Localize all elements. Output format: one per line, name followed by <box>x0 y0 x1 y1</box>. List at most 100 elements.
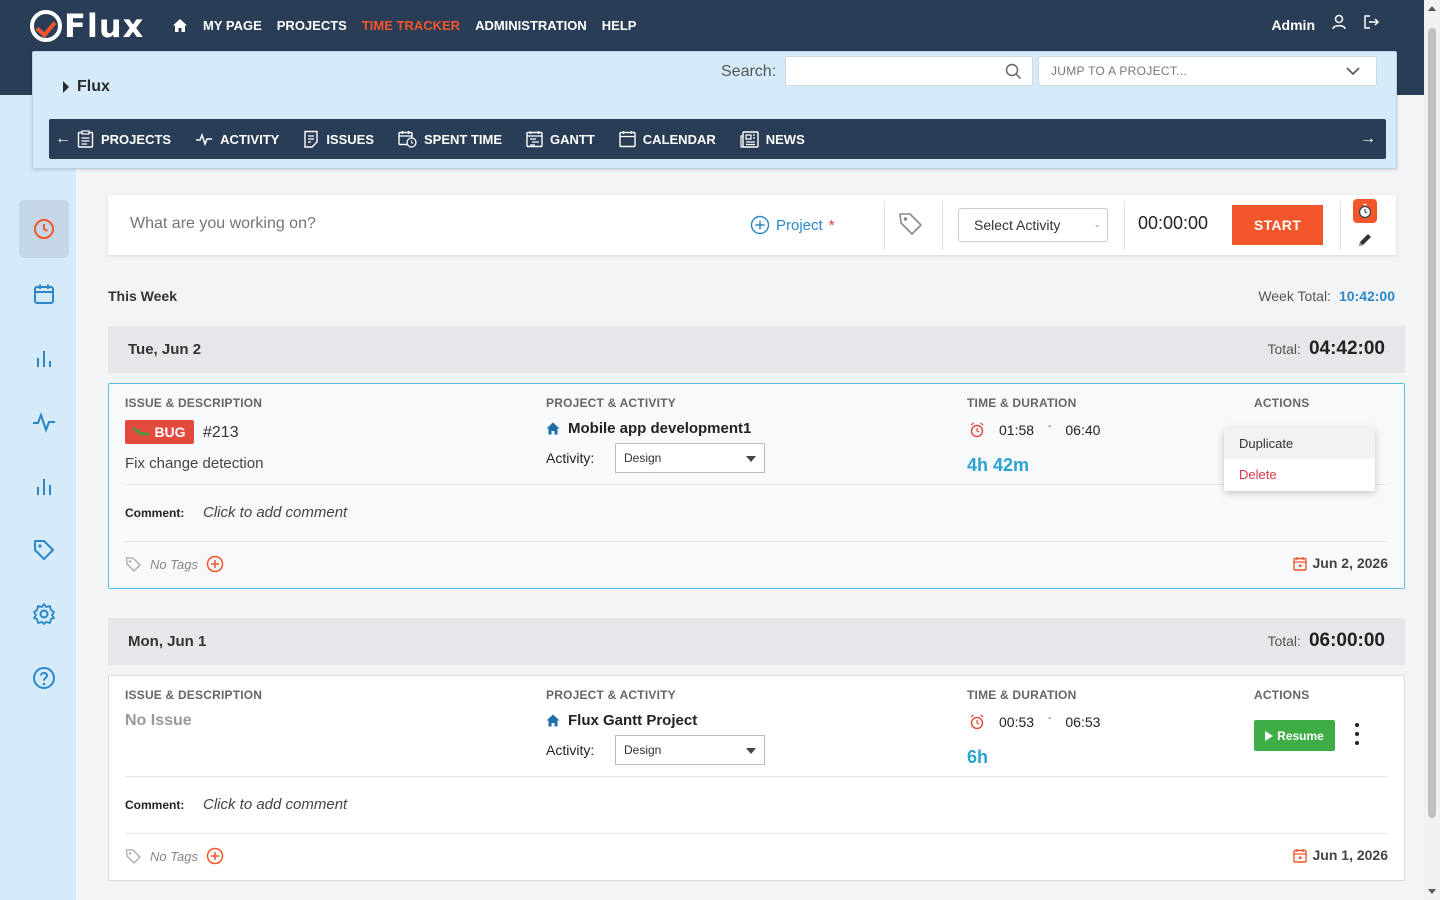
user-name[interactable]: Admin <box>1271 17 1315 33</box>
add-tag-icon[interactable] <box>206 555 224 573</box>
logout-icon[interactable] <box>1363 14 1380 35</box>
add-tag-icon[interactable] <box>898 211 924 242</box>
entry-tags: No Tags <box>125 555 224 573</box>
home-icon[interactable] <box>172 17 188 33</box>
end-time: 06:53 <box>1065 714 1101 730</box>
entry-activity-select[interactable]: Design <box>615 735 765 765</box>
entry-activity-select[interactable]: Design <box>615 443 765 473</box>
sidebar-timer[interactable] <box>19 200 69 258</box>
scroll-up-arrow[interactable] <box>1428 6 1436 11</box>
nav-my-page[interactable]: MY PAGE <box>203 18 262 33</box>
work-description-input[interactable] <box>130 215 630 233</box>
add-tag-icon[interactable] <box>206 847 224 865</box>
spent-time-icon <box>398 131 417 148</box>
tab-calendar[interactable]: CALENDAR <box>619 130 716 148</box>
time-entry[interactable]: ISSUE & DESCRIPTION PROJECT & ACTIVITY T… <box>108 675 1405 881</box>
entry-project[interactable]: Mobile app development1 <box>546 420 751 437</box>
tab-issues-label: ISSUES <box>326 131 374 147</box>
jump-to-project-select[interactable]: JUMP TO A PROJECT... <box>1038 56 1377 86</box>
divider <box>884 201 885 249</box>
sidebar-calendar[interactable] <box>19 265 69 323</box>
delete-entry-option[interactable]: Delete <box>1224 459 1375 490</box>
day-total-value: 06:00:00 <box>1308 630 1385 651</box>
col-issue-header: ISSUE & DESCRIPTION <box>125 688 263 702</box>
tab-issues[interactable]: ISSUES <box>303 130 374 148</box>
nav-projects[interactable]: PROJECTS <box>277 18 347 33</box>
select-project-button[interactable]: Project * <box>750 215 835 235</box>
subnav-scroll-left[interactable]: ← <box>49 130 77 148</box>
caret-down-icon <box>746 748 756 754</box>
sidebar-help[interactable] <box>19 649 69 707</box>
jump-placeholder: JUMP TO A PROJECT... <box>1051 64 1188 78</box>
project-subnav: ← PROJECTS ACTIVITY ISSUES SPENT TIME GA… <box>49 119 1386 159</box>
timer-mode-icon[interactable] <box>1353 199 1377 223</box>
day-label: Mon, Jun 1 <box>128 633 207 650</box>
calendar-icon <box>34 284 54 304</box>
day-header: Mon, Jun 1 Total: 06:00:00 <box>108 618 1405 665</box>
tab-activity-label: ACTIVITY <box>220 131 280 147</box>
nav-administration[interactable]: ADMINISTRATION <box>475 18 587 33</box>
caret-down-icon <box>746 456 756 462</box>
entry-project[interactable]: Flux Gantt Project <box>546 712 697 729</box>
user-area: Admin <box>1271 14 1380 35</box>
issue-number[interactable]: #213 <box>203 424 239 442</box>
entry-activity-value: Design <box>624 451 662 465</box>
time-range[interactable]: 01:58 - 06:40 <box>969 421 1100 438</box>
nav-time-tracker[interactable]: TIME TRACKER <box>362 18 460 33</box>
resume-button[interactable]: Resume <box>1254 720 1335 751</box>
scroll-down-arrow[interactable] <box>1428 889 1436 894</box>
project-title[interactable]: Flux <box>63 78 110 96</box>
pencil-icon[interactable] <box>1353 228 1377 252</box>
tag-icon <box>125 848 141 864</box>
nav-help[interactable]: HELP <box>602 18 637 33</box>
search-icon[interactable] <box>1005 63 1022 85</box>
app-logo[interactable]: Flux <box>30 8 144 44</box>
time-range[interactable]: 00:53 - 06:53 <box>969 713 1101 730</box>
page-scrollbar[interactable] <box>1424 0 1440 900</box>
logo-check-icon <box>30 10 62 42</box>
tab-projects[interactable]: PROJECTS <box>77 130 171 148</box>
entry-actions-menu: Duplicate Delete <box>1224 428 1375 491</box>
tab-activity[interactable]: ACTIVITY <box>195 132 279 147</box>
calendar-icon <box>619 131 636 148</box>
duplicate-entry-option[interactable]: Duplicate <box>1224 428 1375 459</box>
tab-projects-label: PROJECTS <box>101 131 172 147</box>
time-entry[interactable]: ISSUE & DESCRIPTION PROJECT & ACTIVITY T… <box>108 383 1405 589</box>
required-mark: * <box>828 216 835 234</box>
divider <box>125 776 1388 777</box>
sidebar-activity[interactable] <box>19 393 69 451</box>
alarm-clock-icon <box>970 422 984 438</box>
entry-project-name: Flux Gantt Project <box>568 712 698 729</box>
sidebar-reports[interactable] <box>19 329 69 387</box>
activity-select[interactable]: Select Activity ⌄ <box>958 208 1108 242</box>
day-total: Total: 06:00:00 <box>1267 630 1385 652</box>
tab-calendar-label: CALENDAR <box>642 131 716 147</box>
sidebar-statistics[interactable] <box>19 457 69 515</box>
activity-label: Activity: <box>546 450 595 466</box>
entry-date: Jun 2, 2026 <box>1292 555 1388 571</box>
subnav-scroll-right[interactable]: → <box>1354 130 1382 148</box>
day-total-value: 04:42:00 <box>1308 338 1385 359</box>
divider <box>1340 201 1341 249</box>
tab-gantt[interactable]: GANTT <box>526 130 595 148</box>
no-tags-label: No Tags <box>150 556 198 572</box>
entry-activity-value: Design <box>624 743 662 757</box>
tab-news[interactable]: NEWS <box>740 130 805 148</box>
sidebar-settings[interactable] <box>19 585 69 643</box>
left-sidebar <box>0 95 76 900</box>
start-button[interactable]: START <box>1232 205 1323 245</box>
sidebar-tags[interactable] <box>19 521 69 579</box>
issues-icon <box>304 130 319 148</box>
plus-circle-icon <box>750 215 770 235</box>
col-time-header: TIME & DURATION <box>967 688 1077 702</box>
scrollbar-thumb[interactable] <box>1428 28 1436 818</box>
user-icon[interactable] <box>1331 14 1347 35</box>
start-time: 00:53 <box>999 714 1035 730</box>
entry-project-name: Mobile app development1 <box>568 420 752 437</box>
more-actions-icon[interactable] <box>1349 723 1365 745</box>
search-input[interactable] <box>786 57 996 85</box>
comment-field[interactable]: Click to add comment <box>203 504 347 521</box>
no-issue-label[interactable]: No Issue <box>125 712 192 730</box>
tab-spent-time[interactable]: SPENT TIME <box>398 130 502 148</box>
comment-field[interactable]: Click to add comment <box>203 796 347 813</box>
